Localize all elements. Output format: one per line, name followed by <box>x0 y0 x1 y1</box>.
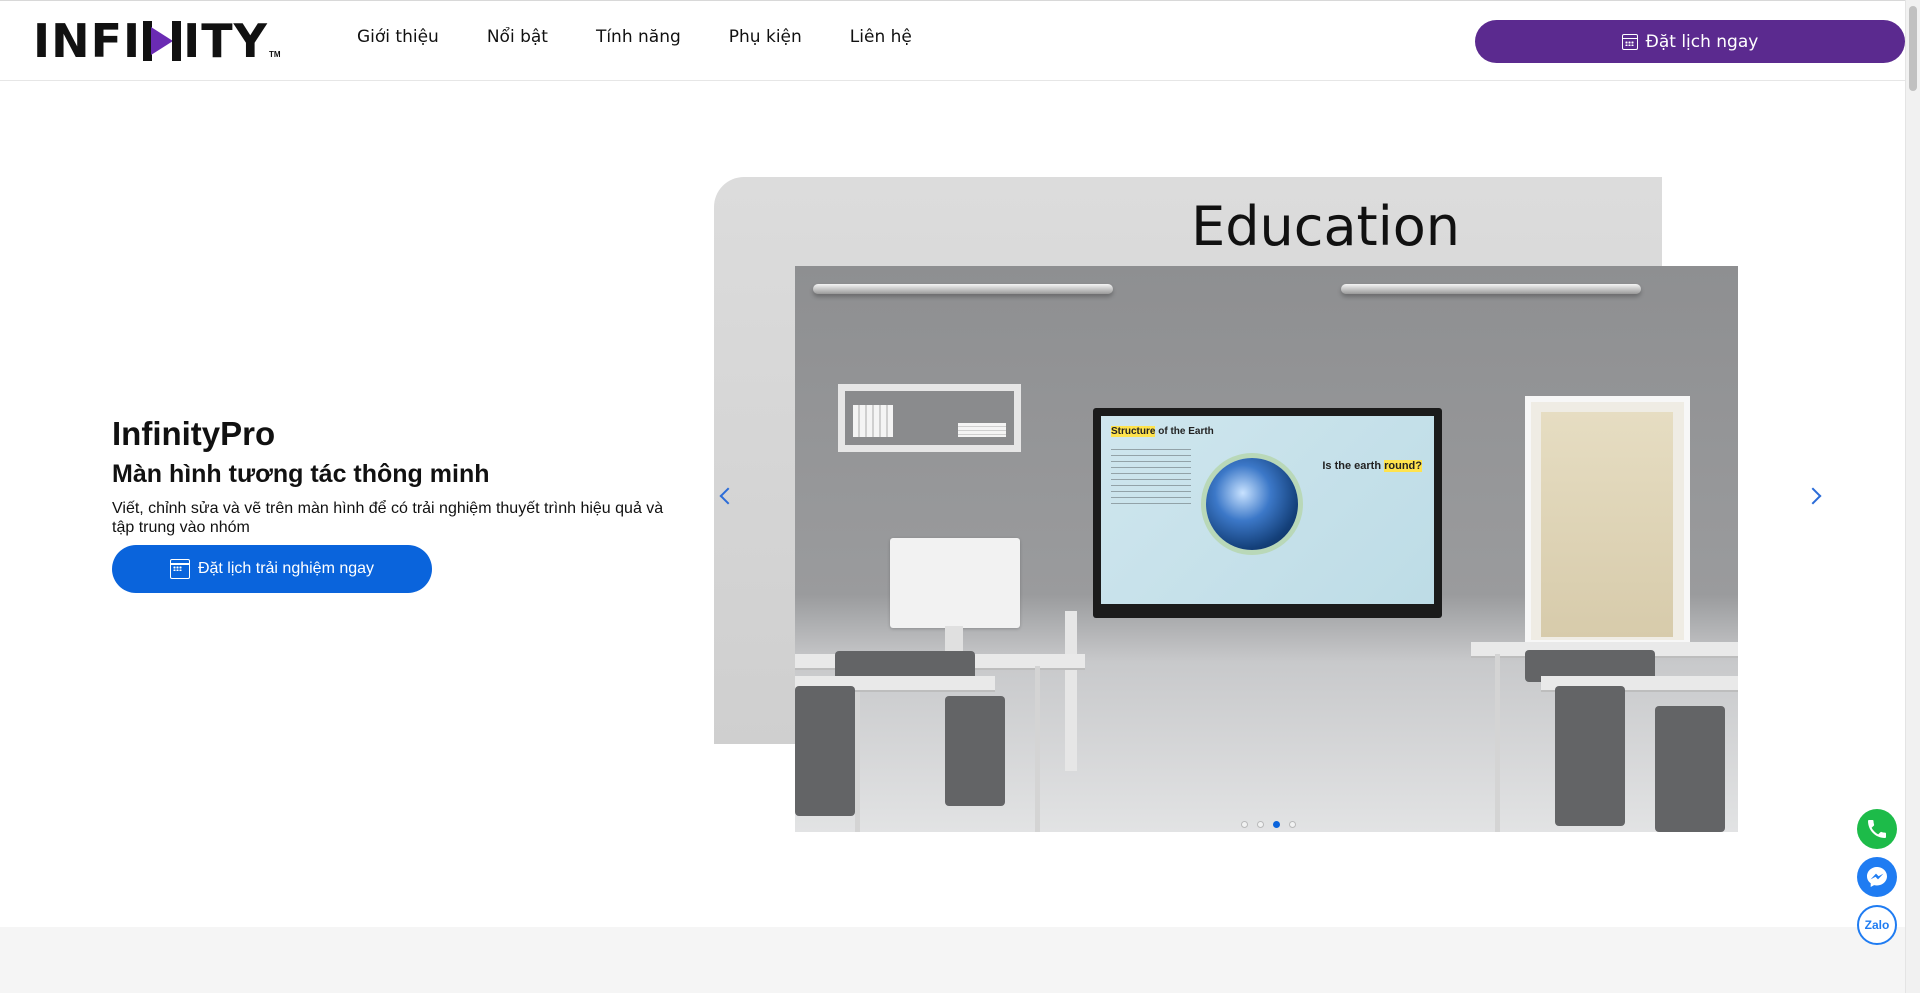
carousel-dot-3[interactable] <box>1273 821 1280 828</box>
ceiling-lamp <box>813 284 1113 294</box>
main-nav: Giới thiệu Nổi bật Tính năng Phụ kiện Li… <box>357 27 960 47</box>
interactive-display: Structure of the Earth Is the earth roun… <box>1093 408 1442 618</box>
nav-item-phu-kien[interactable]: Phụ kiện <box>729 27 802 47</box>
nav-item-tinh-nang[interactable]: Tính năng <box>596 27 681 47</box>
book-trial-label: Đặt lịch trải nghiệm ngay <box>197 560 375 577</box>
desk-leg <box>1035 666 1040 832</box>
carousel-dot-4[interactable] <box>1289 821 1296 828</box>
chair <box>1555 686 1625 826</box>
classroom-photo: Structure of the Earth Is the earth roun… <box>795 266 1738 832</box>
site-header: INFI ITY TM Giới thiệu Nổi bật Tính năng… <box>0 0 1905 81</box>
screen-question: Is the earth round? <box>1322 460 1422 472</box>
phone-icon <box>1868 820 1886 838</box>
carousel-pagination <box>1241 821 1296 828</box>
books <box>958 423 1006 437</box>
book-trial-button[interactable]: Đặt lịch trải nghiệm ngay <box>112 545 432 593</box>
screen-notes <box>1111 444 1191 504</box>
hero-description: Viết, chỉnh sửa và vẽ trên màn hình để c… <box>112 500 664 536</box>
desktop-monitor <box>890 538 1020 628</box>
product-carousel[interactable]: Education Structure of the Earth Is the … <box>714 177 1838 832</box>
books <box>853 405 893 437</box>
desk-leg <box>1495 654 1500 832</box>
nav-item-lien-he[interactable]: Liên hệ <box>850 27 912 47</box>
logo-n-mark-icon <box>143 21 182 61</box>
wall-shelf <box>838 384 1021 452</box>
desk-partition <box>1065 611 1077 771</box>
nav-item-noi-bat[interactable]: Nổi bật <box>487 27 548 47</box>
calendar-icon <box>169 559 190 579</box>
slide-category-label: Education <box>1191 195 1460 258</box>
chair <box>945 696 1005 806</box>
infinity-logo[interactable]: INFI ITY TM <box>33 14 281 68</box>
earth-globe <box>1206 458 1298 550</box>
page: INFI ITY TM Giới thiệu Nổi bật Tính năng… <box>0 0 1920 993</box>
page-scrollbar[interactable] <box>1905 0 1920 993</box>
chair <box>1655 706 1725 832</box>
book-now-button[interactable]: Đặt lịch ngay <box>1475 20 1905 63</box>
chair <box>795 686 855 816</box>
desk-leg <box>855 666 860 832</box>
screen-heading: Structure of the Earth <box>1111 426 1214 437</box>
scrollbar-thumb[interactable] <box>1909 6 1917 91</box>
hero-subtitle: Màn hình tương tác thông minh <box>112 460 490 488</box>
nav-item-gioi-thieu[interactable]: Giới thiệu <box>357 27 439 47</box>
display-screen: Structure of the Earth Is the earth roun… <box>1101 416 1434 604</box>
classroom-door <box>1525 396 1690 646</box>
carousel-dot-2[interactable] <box>1257 821 1264 828</box>
zalo-contact-button[interactable]: Zalo <box>1857 905 1897 945</box>
next-section-band <box>0 927 1905 993</box>
calendar-icon <box>1621 33 1638 50</box>
zalo-icon: Zalo <box>1864 918 1890 932</box>
book-now-label: Đặt lịch ngay <box>1645 31 1759 52</box>
logo-trademark: TM <box>268 50 281 59</box>
phone-contact-button[interactable] <box>1857 809 1897 849</box>
carousel-next-icon[interactable] <box>1804 487 1822 505</box>
ceiling-lamp <box>1341 284 1641 294</box>
carousel-dot-1[interactable] <box>1241 821 1248 828</box>
logo-wordmark: INFI ITY <box>33 14 268 68</box>
hero-title: InfinityPro <box>112 415 276 452</box>
messenger-icon <box>1867 867 1887 887</box>
messenger-contact-button[interactable] <box>1857 857 1897 897</box>
